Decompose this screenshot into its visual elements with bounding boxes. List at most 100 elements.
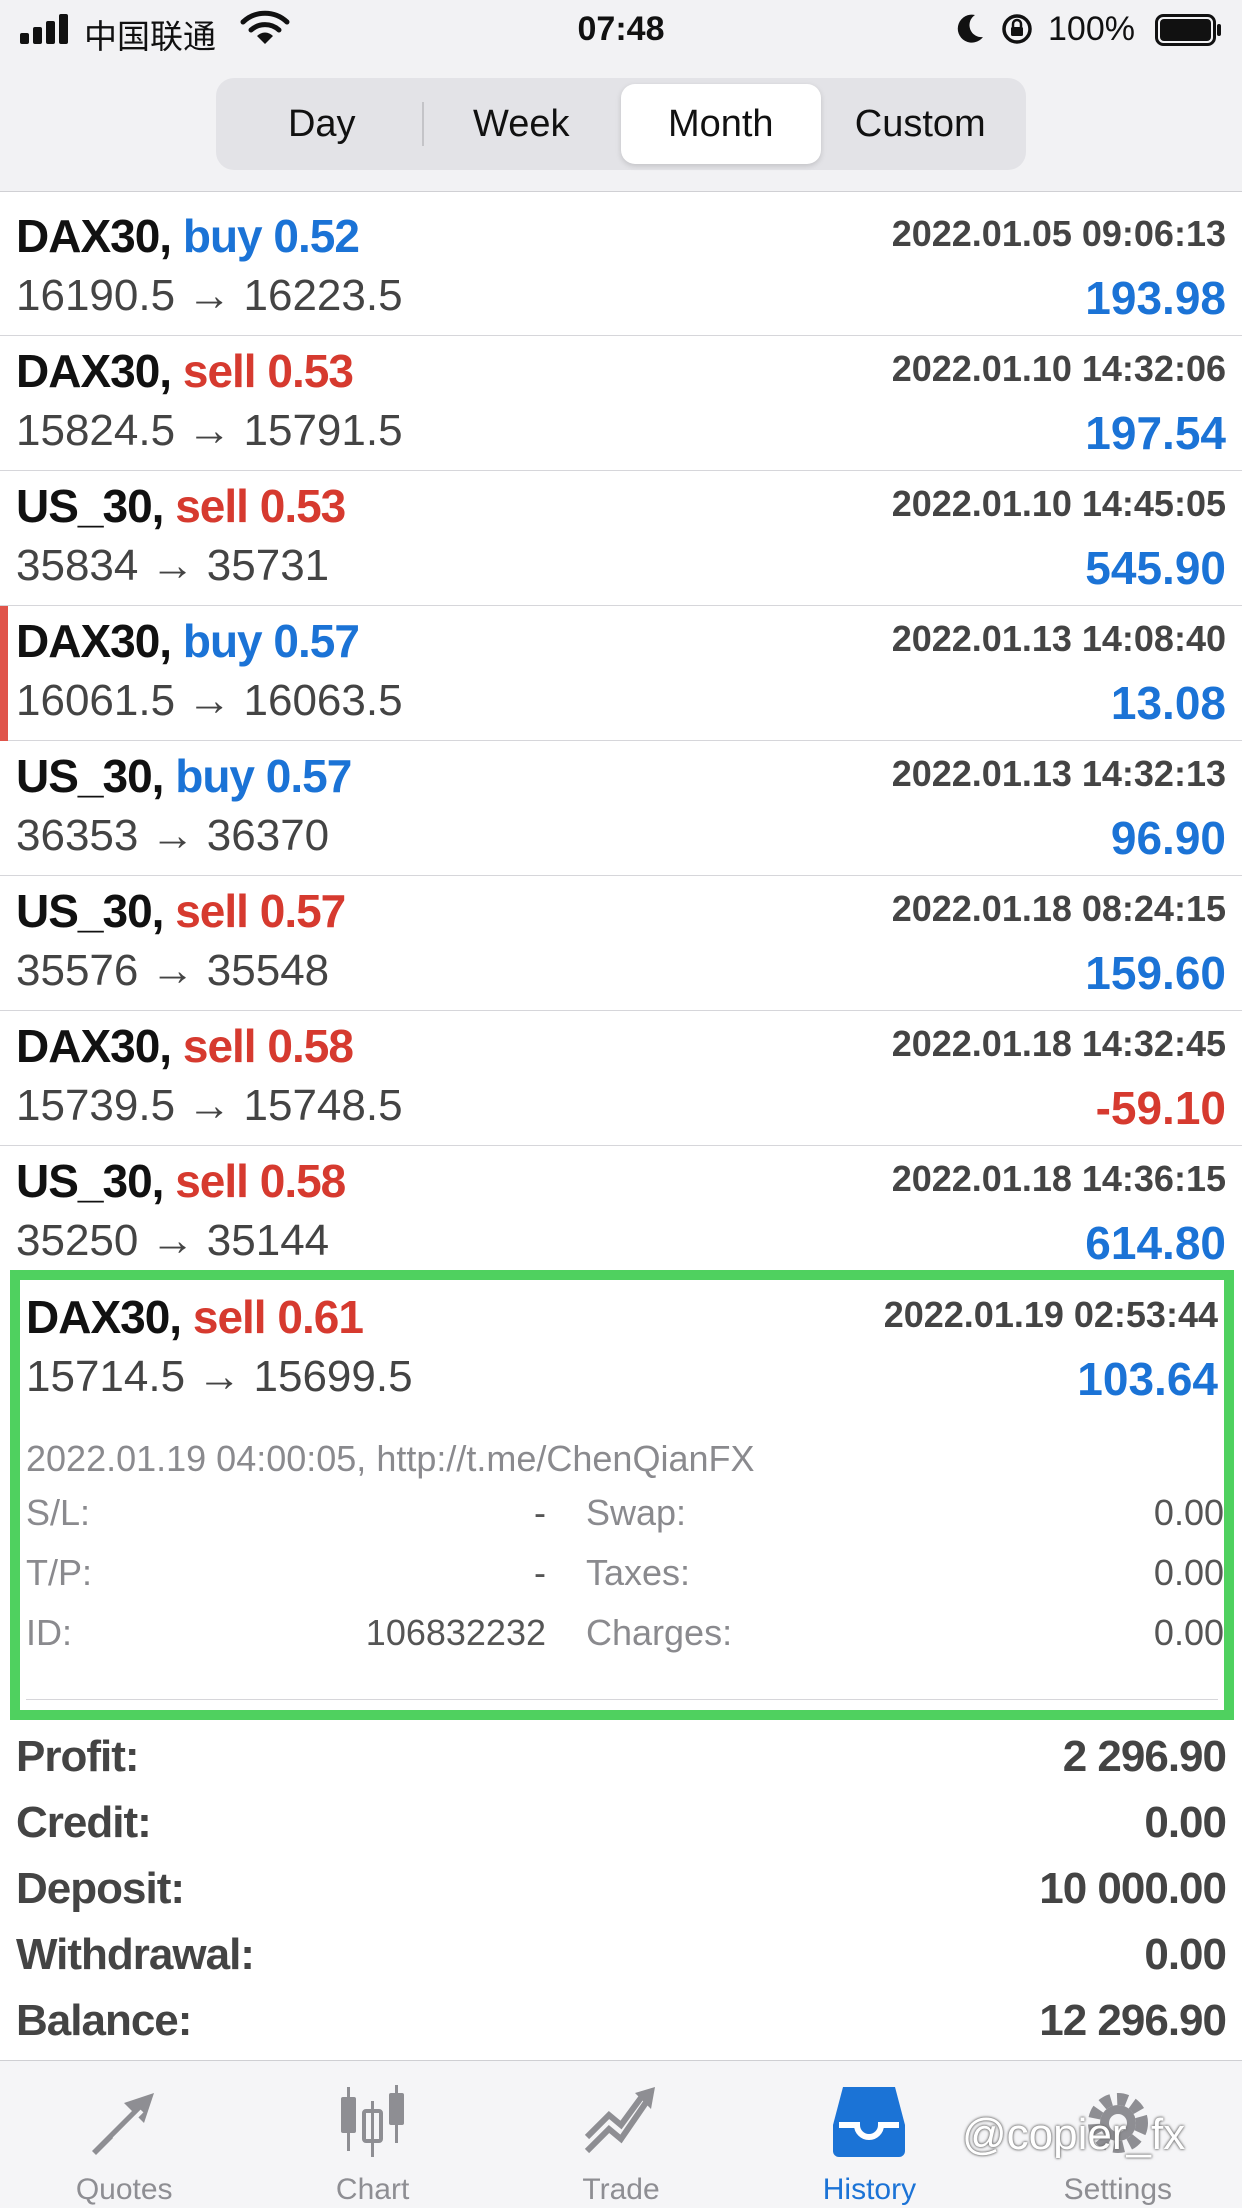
summary-label: Credit:: [16, 1798, 152, 1847]
trade-time: 2022.01.10 14:45:05: [891, 483, 1226, 524]
detail-value: 106832232: [365, 1612, 546, 1653]
trade-row[interactable]: US_30, sell 0.58 2022.01.18 14:36:15 352…: [0, 1146, 1242, 1281]
tab-quotes[interactable]: Quotes: [0, 2061, 248, 2208]
summary-value: 12 296.90: [1039, 1996, 1227, 2045]
detail-row-id: ID: 106832232 Charges: 0.00: [26, 1612, 1224, 1662]
trend-line-icon: [584, 2087, 656, 2154]
trade-row[interactable]: US_30, sell 0.53 2022.01.10 14:45:05 358…: [0, 471, 1242, 606]
trade-row[interactable]: DAX30, sell 0.58 2022.01.18 14:32:45 157…: [0, 1011, 1242, 1146]
trade-time: 2022.01.19 02:53:44: [883, 1294, 1218, 1335]
trade-row[interactable]: DAX30, buy 0.57 2022.01.13 14:08:40 1606…: [0, 606, 1242, 741]
period-filter-bar: Day Week Month Custom: [0, 62, 1242, 192]
trade-prices: 15739.5 → 15748.5: [16, 1081, 403, 1130]
trade-profit: 13.08: [1110, 677, 1226, 729]
trade-symbol: DAX30, buy 0.57: [16, 615, 360, 667]
trade-prices: 15714.5 → 15699.5: [26, 1352, 413, 1401]
divider: [26, 1699, 1218, 1700]
tab-day[interactable]: Day: [222, 84, 422, 164]
summary-credit: Credit: 0.00: [0, 1790, 1242, 1856]
detail-label: Taxes:: [586, 1552, 691, 1593]
detail-label: Charges:: [586, 1612, 733, 1653]
trade-symbol: DAX30, sell 0.58: [16, 1020, 354, 1072]
summary-deposit: Deposit: 10 000.00: [0, 1856, 1242, 1922]
inbox-tray-icon: [833, 2087, 906, 2157]
trade-prices: 35834 → 35731: [16, 541, 330, 590]
trade-prices: 15824.5 → 15791.5: [16, 406, 403, 455]
trade-symbol: DAX30, sell 0.53: [16, 345, 354, 397]
summary-label: Deposit:: [16, 1864, 185, 1913]
trade-time: 2022.01.18 14:36:15: [891, 1158, 1226, 1199]
trade-time: 2022.01.10 14:32:06: [891, 348, 1226, 389]
detail-row-tp: T/P: - Taxes: 0.00: [26, 1552, 1224, 1602]
moon-icon: [957, 14, 983, 43]
summary-value: 0.00: [1144, 1798, 1227, 1847]
trade-prices: 36353 → 36370: [16, 811, 330, 860]
trade-direction: sell 0.57: [175, 885, 346, 937]
candlestick-icon: [340, 2085, 404, 2157]
tab-custom[interactable]: Custom: [821, 84, 1021, 164]
summary-value: 2 296.90: [1062, 1732, 1227, 1781]
trade-time: 2022.01.13 14:32:13: [891, 753, 1226, 794]
summary-withdrawal: Withdrawal: 0.00: [0, 1922, 1242, 1988]
trade-row[interactable]: US_30, sell 0.57 2022.01.18 08:24:15 355…: [0, 876, 1242, 1011]
trade-row[interactable]: DAX30, sell 0.53 2022.01.10 14:32:06 158…: [0, 336, 1242, 471]
battery-percentage: 100%: [1048, 10, 1135, 48]
trade-direction: buy 0.57: [182, 615, 360, 667]
detail-value: -: [534, 1552, 546, 1593]
quotes-arrows-icon: [92, 2093, 155, 2155]
trade-direction: sell 0.58: [175, 1155, 346, 1207]
summary-label: Withdrawal:: [16, 1930, 255, 1979]
trade-row[interactable]: US_30, buy 0.57 2022.01.13 14:32:13 3635…: [0, 741, 1242, 876]
trade-profit: 103.64: [1077, 1353, 1218, 1405]
detail-value: 0.00: [1153, 1612, 1224, 1653]
trade-profit: 614.80: [1085, 1217, 1226, 1269]
expanded-trade-row[interactable]: DAX30, sell 0.61 2022.01.19 02:53:44 157…: [10, 1270, 1234, 1720]
period-segmented-control: Day Week Month Custom: [216, 78, 1026, 170]
trade-profit: 159.60: [1085, 947, 1226, 999]
battery-icon: [1155, 14, 1221, 46]
selection-marker: [0, 606, 8, 741]
detail-value: 0.00: [1153, 1492, 1224, 1533]
trade-row[interactable]: DAX30, buy 0.52 2022.01.05 09:06:13 1619…: [0, 201, 1242, 336]
tab-chart[interactable]: Chart: [248, 2061, 496, 2208]
trade-prices: 35250 → 35144: [16, 1216, 330, 1265]
trade-symbol: DAX30, sell 0.61: [26, 1291, 364, 1343]
trade-symbol: US_30, buy 0.57: [16, 750, 352, 802]
trade-time: 2022.01.13 14:08:40: [891, 618, 1226, 659]
status-bar: 中国联通 07:48 100%: [0, 0, 1242, 62]
tab-week[interactable]: Week: [421, 84, 622, 164]
tab-trade[interactable]: Trade: [497, 2061, 745, 2208]
trade-prices: 16061.5 → 16063.5: [16, 676, 403, 725]
trade-profit: 96.90: [1110, 812, 1226, 864]
trade-symbol: US_30, sell 0.57: [16, 885, 346, 937]
trade-direction: buy 0.52: [182, 210, 360, 262]
summary-label: Profit:: [16, 1732, 140, 1781]
detail-value: 0.00: [1153, 1552, 1224, 1593]
trade-comment: 2022.01.19 04:00:05, http://t.me/ChenQia…: [26, 1438, 755, 1479]
detail-label: T/P:: [26, 1552, 93, 1593]
detail-row-sl: S/L: - Swap: 0.00: [26, 1492, 1224, 1542]
trade-profit: 197.54: [1085, 407, 1226, 459]
trade-direction: sell 0.58: [182, 1020, 354, 1072]
watermark: @copier_fx: [962, 2110, 1186, 2159]
trade-direction: sell 0.53: [182, 345, 354, 397]
detail-value: -: [534, 1492, 546, 1533]
summary-profit: Profit: 2 296.90: [0, 1724, 1242, 1790]
trade-direction: sell 0.61: [192, 1291, 364, 1343]
summary-balance: Balance: 12 296.90: [0, 1988, 1242, 2054]
trade-prices: 35576 → 35548: [16, 946, 330, 995]
trade-profit: 193.98: [1085, 272, 1226, 324]
detail-label: Swap:: [586, 1492, 687, 1533]
trade-symbol: US_30, sell 0.58: [16, 1155, 346, 1207]
trade-symbol: US_30, sell 0.53: [16, 480, 346, 532]
summary-value: 10 000.00: [1039, 1864, 1227, 1913]
detail-label: ID:: [26, 1612, 73, 1653]
tab-history[interactable]: History: [745, 2061, 993, 2208]
summary-value: 0.00: [1144, 1930, 1227, 1979]
trade-time: 2022.01.05 09:06:13: [891, 213, 1226, 254]
tab-month[interactable]: Month: [621, 84, 821, 164]
summary-label: Balance:: [16, 1996, 192, 2045]
trade-direction: sell 0.53: [175, 480, 346, 532]
trade-profit: 545.90: [1085, 542, 1226, 594]
trade-symbol: DAX30, buy 0.52: [16, 210, 360, 262]
